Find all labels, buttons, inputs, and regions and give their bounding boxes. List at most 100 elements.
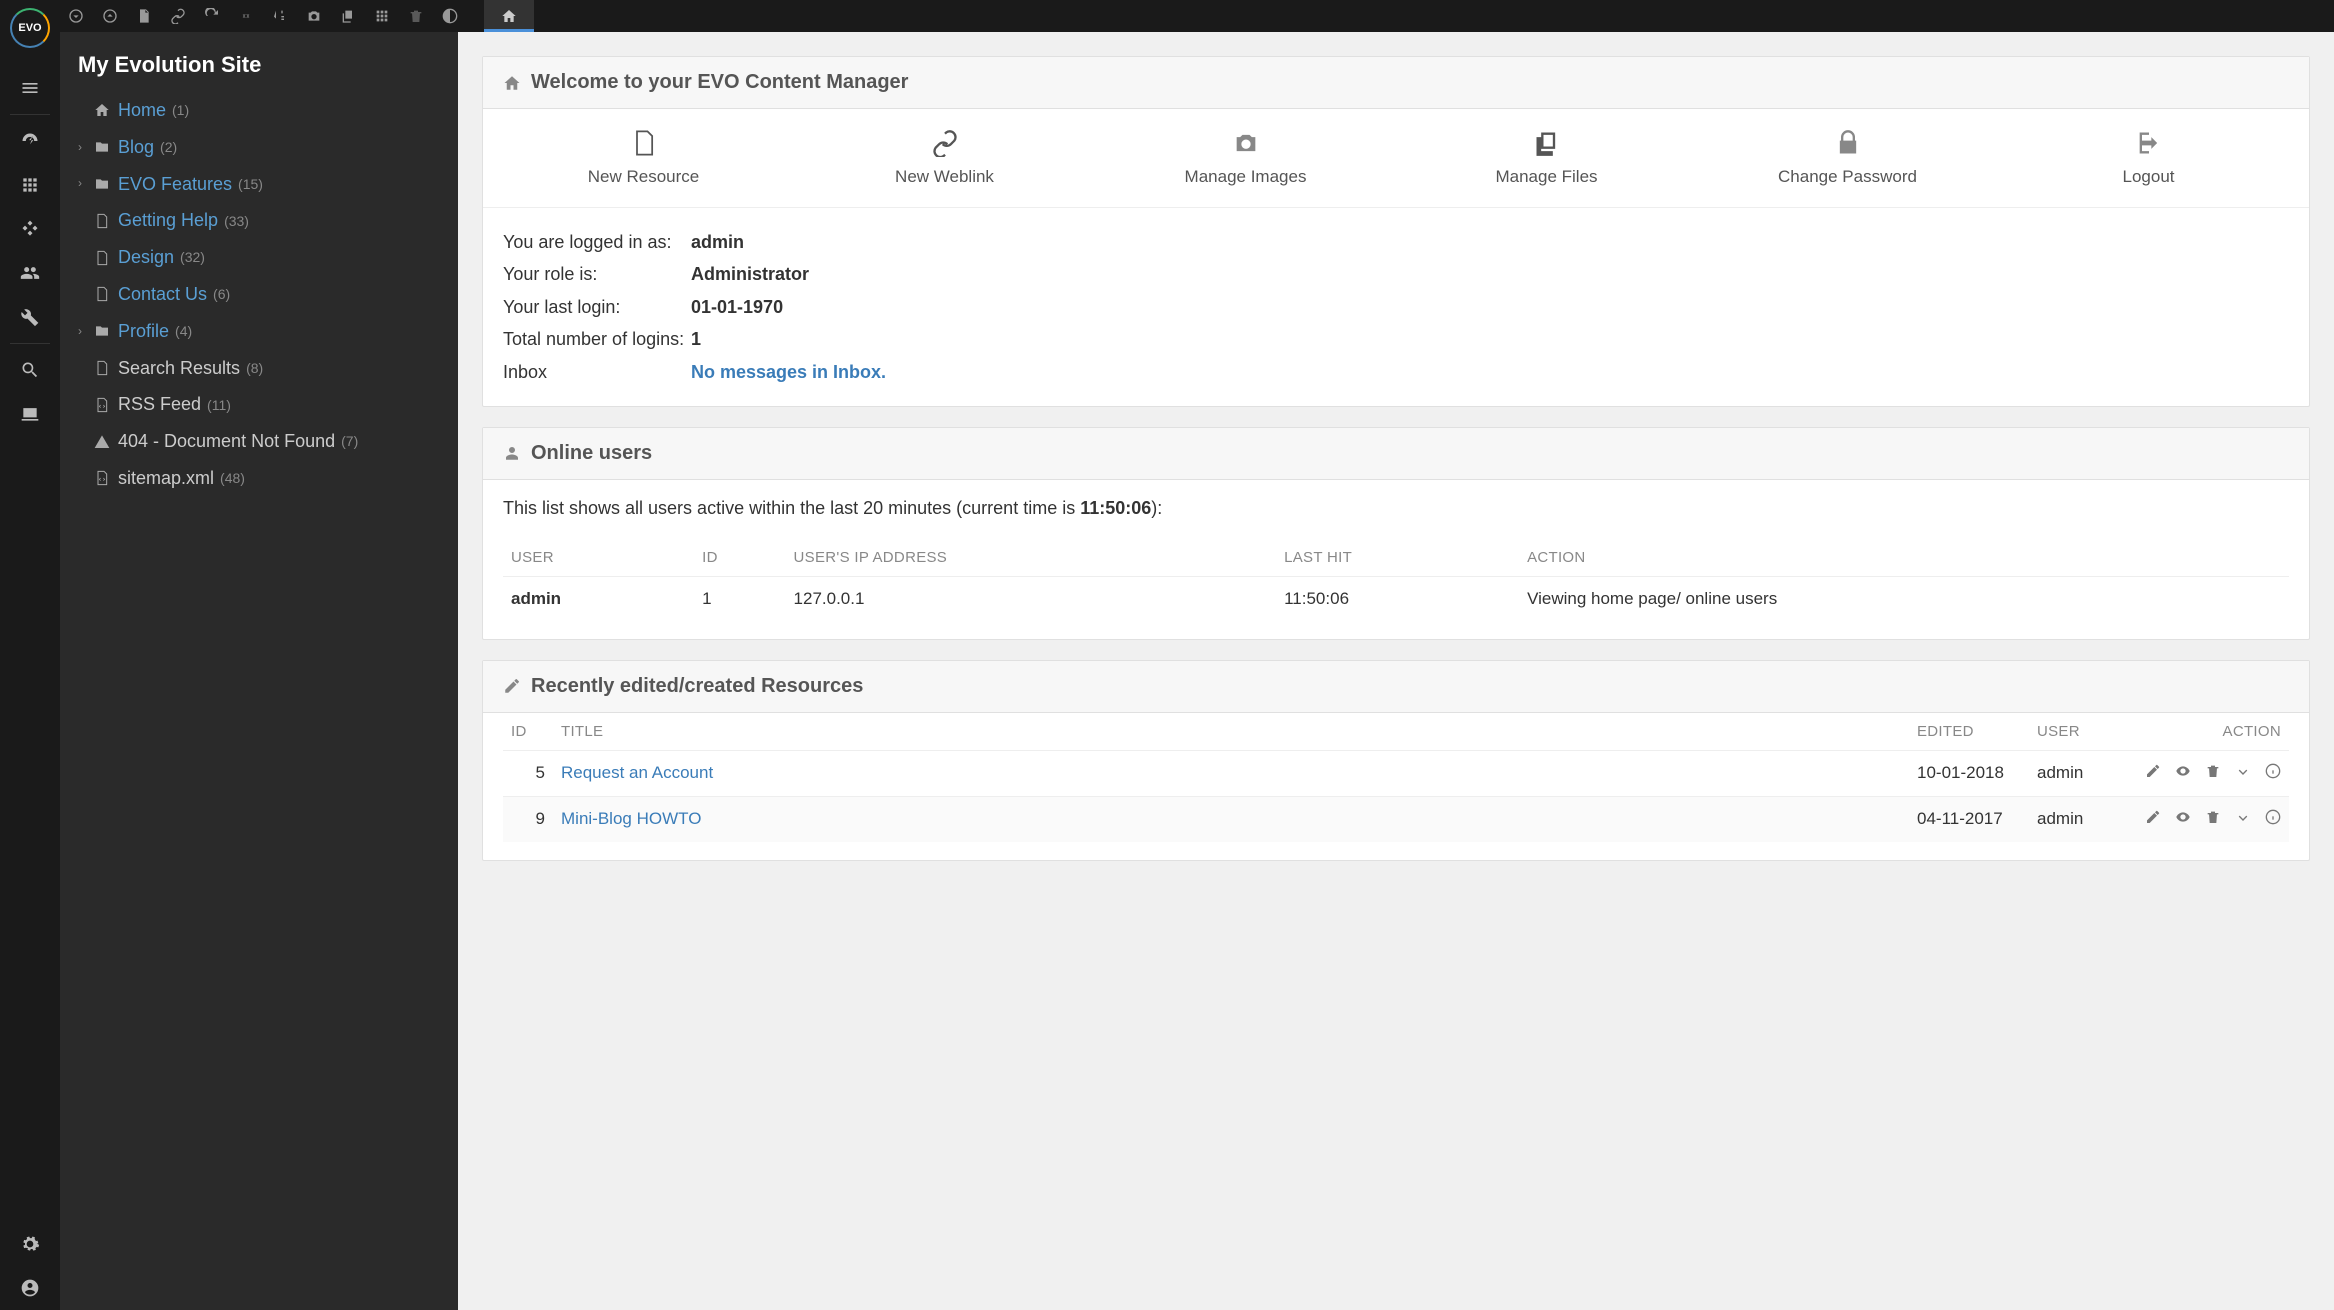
site-title: My Evolution Site [60,44,458,92]
tree-item-label: EVO Features [118,170,232,199]
logo[interactable]: EVO [10,8,50,48]
menu-icon[interactable] [0,66,60,110]
site-tree: My Evolution Site Home (1) › Blog (2) › … [60,0,458,1310]
col-user: USER [2029,713,2129,751]
tree-item-label: 404 - Document Not Found [118,427,335,456]
tree-item-label: Blog [118,133,154,162]
modules-icon[interactable] [0,163,60,207]
tree-item-label: Search Results [118,354,240,383]
elements-icon[interactable] [0,207,60,251]
tree-item-count: (11) [207,394,231,416]
online-users-header: Online users [483,428,2309,480]
grid-icon[interactable] [374,8,390,24]
tree-item-count: (7) [341,430,358,452]
tree-item-label: RSS Feed [118,390,201,419]
tree-item[interactable]: Getting Help (33) [78,202,458,239]
trash-icon[interactable] [408,8,424,24]
sort-num-icon[interactable] [272,8,288,24]
tree-item[interactable]: RSS Feed (11) [78,386,458,423]
tree-item-count: (2) [160,136,177,158]
col-ip: USER'S IP ADDRESS [786,539,1277,577]
action-lock[interactable]: Change Password [1768,129,1928,187]
info-icon[interactable] [2265,763,2281,784]
tree-item[interactable]: Design (32) [78,239,458,276]
action-logout[interactable]: Logout [2069,129,2229,187]
refresh-icon[interactable] [204,8,220,24]
tree-item-count: (48) [220,467,245,489]
logged-in-label: You are logged in as: [503,226,691,258]
new-doc-icon[interactable] [136,8,152,24]
eye-icon[interactable] [2175,763,2191,784]
warn-icon [94,434,112,450]
download-icon[interactable] [2235,809,2251,830]
tree-item[interactable]: › Blog (2) [78,129,458,166]
preview-icon[interactable] [0,392,60,436]
collapse-icon[interactable] [68,8,84,24]
edit-icon[interactable] [2145,763,2161,784]
tree-item-count: (4) [175,320,192,342]
tree-item-count: (8) [246,357,263,379]
users-icon[interactable] [0,251,60,295]
total-logins-label: Total number of logins: [503,323,691,355]
account-icon[interactable] [0,1266,60,1310]
file-icon [94,360,112,376]
online-users-title: Online users [531,442,652,465]
tree-item-label: Design [118,243,174,272]
tree-item[interactable]: Home (1) [78,92,458,129]
home-tab[interactable] [484,0,534,32]
action-link[interactable]: New Weblink [865,129,1025,187]
tree-item[interactable]: › Profile (4) [78,313,458,350]
col-id: ID [503,713,553,751]
download-icon[interactable] [2235,763,2251,784]
action-file[interactable]: New Resource [564,129,724,187]
tree-item-label: Home [118,96,166,125]
edit-icon[interactable] [2145,809,2161,830]
trash-icon[interactable] [2205,809,2221,830]
folder-icon [94,323,112,339]
recent-title: Recently edited/created Resources [531,675,863,698]
tree-item-count: (32) [180,246,205,268]
left-rail: EVO [0,0,60,1310]
online-users-table: USER ID USER'S IP ADDRESS LAST HIT ACTIO… [503,539,2289,621]
tools-icon[interactable] [0,295,60,339]
main-content: Welcome to your EVO Content Manager New … [458,0,2334,1310]
inbox-link[interactable]: No messages in Inbox. [691,356,886,388]
code-icon [94,397,112,413]
sort-icon[interactable] [238,8,254,24]
expand-icon[interactable] [102,8,118,24]
recent-resources-panel: Recently edited/created Resources ID TIT… [482,660,2310,861]
camera-icon[interactable] [306,8,322,24]
inbox-label: Inbox [503,356,691,388]
recent-header: Recently edited/created Resources [483,661,2309,713]
online-users-panel: Online users This list shows all users a… [482,427,2310,640]
tree-item-count: (1) [172,99,189,121]
info-icon[interactable] [2265,809,2281,830]
tree-item-label: Getting Help [118,206,218,235]
action-label: New Resource [588,167,700,187]
col-edited: EDITED [1909,713,2029,751]
tree-item[interactable]: 404 - Document Not Found (7) [78,423,458,460]
role-value: Administrator [691,258,809,290]
settings-icon[interactable] [0,1222,60,1266]
trash-icon[interactable] [2205,763,2221,784]
action-label: Manage Files [1495,167,1597,187]
contrast-icon[interactable] [442,8,458,24]
tree-item[interactable]: Contact Us (6) [78,276,458,313]
action-camera[interactable]: Manage Images [1166,129,1326,187]
copy-icon[interactable] [340,8,356,24]
resource-link[interactable]: Request an Account [561,763,713,782]
action-label: New Weblink [895,167,994,187]
user-info: You are logged in as:admin Your role is:… [483,208,2309,406]
search-icon[interactable] [0,348,60,392]
eye-icon[interactable] [2175,809,2191,830]
tree-item[interactable]: sitemap.xml (48) [78,460,458,497]
resource-link[interactable]: Mini-Blog HOWTO [561,809,701,828]
tree-item[interactable]: › EVO Features (15) [78,166,458,203]
link-icon[interactable] [170,8,186,24]
col-lasthit: LAST HIT [1276,539,1519,577]
tree-item[interactable]: Search Results (8) [78,350,458,387]
action-files[interactable]: Manage Files [1467,129,1627,187]
chevron-icon: › [78,174,88,193]
tree-item-count: (33) [224,210,249,232]
dashboard-icon[interactable] [0,119,60,163]
